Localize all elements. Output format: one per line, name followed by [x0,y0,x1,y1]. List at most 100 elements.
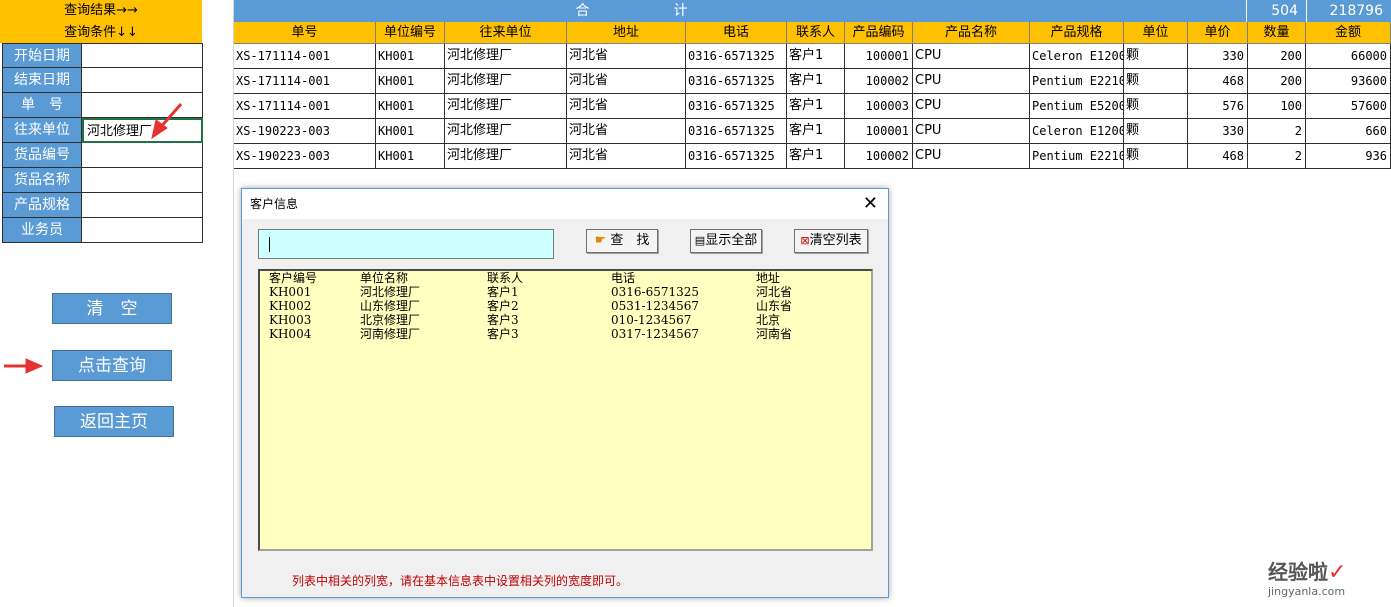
table-cell: 颗 [1124,69,1188,94]
table-cell: 客户1 [787,119,845,144]
customer-list[interactable]: 客户编号 单位名称 联系人 电话 地址 KH001 河北修理厂 客户1 0316-6571325… [258,269,873,551]
table-cell: CPU [913,144,1030,169]
arrow-to-unit-field [158,103,183,129]
total-amount: 218796 [1306,0,1391,22]
table-cell: 客户1 [787,44,845,69]
find-button[interactable]: ☛ 查 找 [586,229,658,253]
list-item-cell: 河南省 [756,327,793,341]
table-cell: 100002 [845,69,913,94]
column-header: 产品规格 [1030,22,1124,44]
table-cell: 河北省 [567,69,686,94]
check-icon: ✓ [1328,560,1347,585]
list-header: 地址 [756,271,781,285]
list-item-cell: KH002 [269,299,312,313]
column-header: 地址 [567,22,686,44]
find-button-label: 查 找 [610,233,650,248]
table-cell: 100003 [845,94,913,119]
watermark-text: 经验啦 [1268,560,1328,584]
watermark: 经验啦✓ jingyanla.com [1268,556,1346,598]
table-cell: 100 [1248,94,1306,119]
list-item-cell: KH003 [269,313,312,327]
width-note: 列表中相关的列宽，请在基本信息表中设置相关列的宽度即可。 [292,574,629,588]
table-cell: 57600 [1306,94,1391,119]
clear-list-button[interactable]: ⊠清空列表 [794,229,868,253]
table-cell: 河北修理厂 [445,144,567,169]
table-cell: 客户1 [787,94,845,119]
table-cell: KH001 [376,94,445,119]
list-item-cell: 山东省 [756,299,793,313]
table-cell: Pentium E2210 [1030,69,1124,94]
table-cell: 河北修理厂 [445,119,567,144]
table-cell: 河北省 [567,94,686,119]
table-cell: 颗 [1124,44,1188,69]
watermark-url: jingyanla.com [1268,585,1346,598]
column-header: 产品名称 [913,22,1030,44]
table-cell: CPU [913,69,1030,94]
column-header: 单价 [1188,22,1248,44]
list-item-cell: 0316-6571325 [611,285,700,299]
column-header: 单位编号 [376,22,445,44]
column-header: 单号 [234,22,376,44]
document-icon: ▤ [694,234,706,247]
list-item-cell: 0531-1234567 [611,299,700,313]
list-item-cell: 河北省 [756,285,793,299]
total-quantity: 504 [1246,0,1306,22]
list-item-cell: 客户2 [487,299,519,313]
table-cell: 河北省 [567,44,686,69]
list-header: 客户编号 [269,271,318,285]
table-cell: 河北修理厂 [445,44,567,69]
table-cell: KH001 [376,144,445,169]
table-cell: 河北省 [567,119,686,144]
table-cell: XS-171114-001 [234,94,376,119]
table-cell: CPU [913,44,1030,69]
table-cell: 河北修理厂 [445,94,567,119]
list-header: 单位名称 [360,271,409,285]
table-cell: 200 [1248,44,1306,69]
list-item-cell: 0317-1234567 [611,327,700,341]
close-icon[interactable]: ✕ [863,193,878,215]
list-item-cell: 010-1234567 [611,313,692,327]
table-cell: 颗 [1124,119,1188,144]
show-all-label: 显示全部 [705,233,758,248]
customer-dialog: 客户信息 ✕ ☛ 查 找 ▤显示全部 ⊠清空列表 客户编号 单位名称 联系人 电话 地址… [241,188,889,598]
table-cell: 0316-6571325 [686,44,787,69]
table-cell: 66000 [1306,44,1391,69]
table-cell: XS-190223-003 [234,144,376,169]
column-header: 往来单位 [445,22,567,44]
table-cell: 颗 [1124,94,1188,119]
dialog-title: 客户信息 [242,189,888,219]
column-header: 电话 [686,22,787,44]
table-cell: 330 [1188,44,1248,69]
table-cell: KH001 [376,119,445,144]
total-bar: 合 计 504 218796 [234,0,1391,22]
column-header: 联系人 [787,22,845,44]
table-cell: XS-190223-003 [234,119,376,144]
show-all-button[interactable]: ▤显示全部 [690,229,762,253]
table-cell: 100002 [845,144,913,169]
list-header: 联系人 [487,271,524,285]
table-cell: 0316-6571325 [686,144,787,169]
table-cell: 2 [1248,144,1306,169]
table-cell: Pentium E2210 [1030,144,1124,169]
list-item-cell: KH004 [269,327,312,341]
search-input[interactable] [258,229,554,259]
table-cell: 河北省 [567,144,686,169]
column-header: 产品编码 [845,22,913,44]
table-cell: 0316-6571325 [686,69,787,94]
table-cell: CPU [913,119,1030,144]
table-cell: 468 [1188,144,1248,169]
table-cell: 576 [1188,94,1248,119]
clear-list-label: 清空列表 [809,233,862,248]
list-item-cell: 北京 [756,313,781,327]
table-cell: 100001 [845,119,913,144]
list-item-cell: 客户3 [487,327,519,341]
table-cell: 0316-6571325 [686,94,787,119]
table-cell: XS-171114-001 [234,69,376,94]
list-item-cell: 北京修理厂 [360,313,421,327]
list-item-cell: 山东修理厂 [360,299,421,313]
table-cell: 468 [1188,69,1248,94]
column-header: 金额 [1306,22,1391,44]
hand-pointer-icon: ☛ [594,233,607,248]
list-item-cell: 客户3 [487,313,519,327]
table-cell: 200 [1248,69,1306,94]
